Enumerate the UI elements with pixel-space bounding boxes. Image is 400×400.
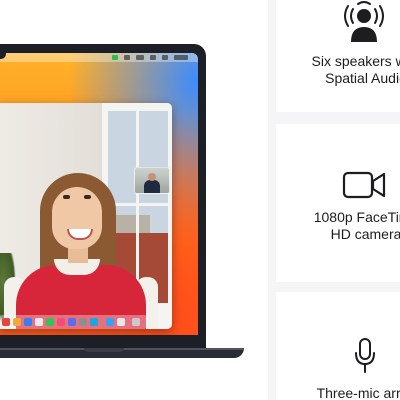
feature-line-2: Spatial Audio	[325, 70, 400, 86]
laptop-screen	[0, 53, 198, 335]
macbook-product-image	[0, 0, 268, 400]
feature-line-1: Six speakers with	[311, 53, 400, 69]
dock-app-icon[interactable]	[46, 318, 54, 326]
dock-app-icon[interactable]	[13, 318, 21, 326]
feature-label: 1080p FaceTime HD camera	[286, 209, 400, 243]
feature-line-1: Three-mic array	[316, 385, 400, 400]
dock-app-icon[interactable]	[79, 318, 87, 326]
dock-app-icon[interactable]	[106, 318, 114, 326]
dock	[0, 315, 148, 329]
feature-line-2: HD camera	[330, 226, 400, 242]
video-camera-icon	[342, 170, 388, 200]
trash-icon[interactable]	[132, 318, 140, 326]
feature-label: Three-mic array	[286, 385, 400, 400]
dock-app-icon[interactable]	[2, 318, 10, 326]
dock-app-icon[interactable]	[68, 318, 76, 326]
dock-app-icon[interactable]	[117, 318, 125, 326]
feature-label: Six speakers with Spatial Audio	[286, 53, 400, 87]
feature-card-microphones: Three-mic array	[276, 292, 400, 400]
feature-card-speakers: Six speakers with Spatial Audio	[276, 0, 400, 112]
menu-bar	[0, 53, 198, 62]
dock-app-icon[interactable]	[35, 318, 43, 326]
dock-app-icon[interactable]	[57, 318, 65, 326]
speaker-person-icon	[344, 0, 384, 44]
self-view-thumbnail[interactable]	[134, 167, 170, 194]
feature-line-1: 1080p FaceTime	[313, 209, 400, 225]
dock-app-icon[interactable]	[90, 318, 98, 326]
feature-card-camera: 1080p FaceTime HD camera	[276, 124, 400, 282]
microphone-icon	[354, 338, 376, 374]
dock-app-icon[interactable]	[24, 318, 32, 326]
facetime-call-window[interactable]	[0, 103, 172, 329]
